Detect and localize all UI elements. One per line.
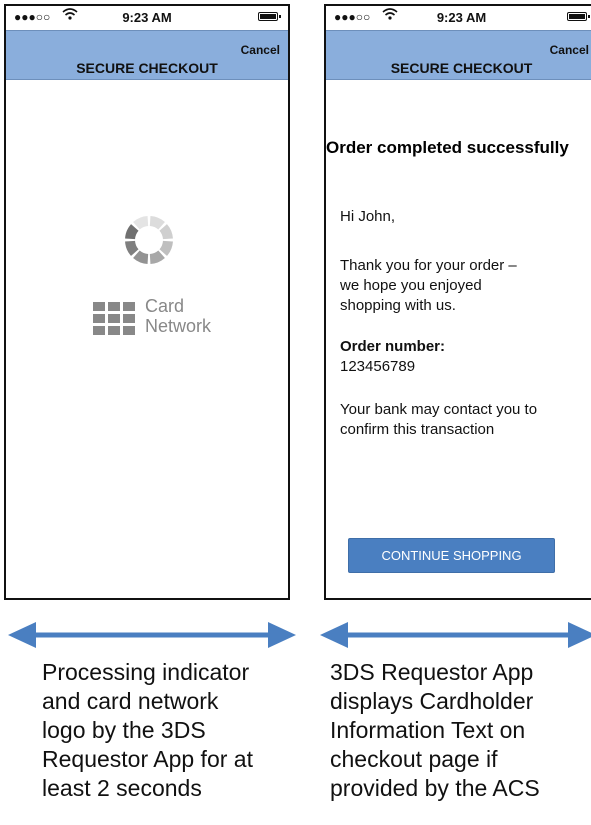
continue-shopping-button[interactable]: CONTINUE SHOPPING	[348, 538, 555, 573]
status-time: 9:23 AM	[122, 10, 172, 25]
cardholder-info-caption: 3DS Requestor App displays Cardholder In…	[330, 659, 540, 801]
cancel-button[interactable]: Cancel	[241, 43, 280, 57]
loading-spinner-icon	[125, 216, 173, 264]
spinner-segment	[159, 224, 173, 240]
status-time: 9:23 AM	[436, 10, 487, 25]
spinner-segment	[133, 216, 149, 230]
phone-processing-screen: ●●●○○ 9:23 AM Cancel SECURE CHECKOUT Car…	[4, 4, 290, 600]
double-arrow-icon	[320, 622, 591, 648]
spinner-segment	[125, 240, 139, 256]
battery-icon	[258, 12, 281, 21]
card-network-grid-icon	[93, 302, 135, 335]
spinner-segment	[133, 250, 149, 264]
checkout-header: Cancel SECURE CHECKOUT	[6, 30, 288, 80]
spinner-segment	[149, 250, 165, 264]
page-title: SECURE CHECKOUT	[390, 60, 533, 76]
battery-icon	[567, 12, 590, 21]
cardholder-information-text: Your bank may contact you to confirm thi…	[340, 401, 538, 438]
double-arrow-icon	[8, 622, 296, 648]
thank-you-message: Thank you for your order – we hope you e…	[340, 257, 517, 314]
order-number-label: Order number:	[340, 338, 446, 355]
phone-confirmation-screen: ●●●○○ 9:23 AM Cancel SECURE CHECKOUT Ord…	[324, 4, 591, 600]
spinner-segment	[159, 240, 173, 256]
spinner-segment	[125, 224, 139, 240]
processing-caption: Processing indicator and card network lo…	[42, 659, 253, 801]
spinner-segment	[149, 216, 165, 230]
card-network-logo-text: Card Network	[145, 296, 212, 336]
checkout-header: Cancel SECURE CHECKOUT	[326, 30, 591, 80]
cancel-button[interactable]: Cancel	[550, 43, 589, 57]
order-number-value: 123456789	[340, 358, 416, 375]
order-success-heading: Order completed successfully	[326, 138, 569, 157]
status-bar: ●●●○○ 9:23 AM	[326, 6, 591, 30]
status-bar: ●●●○○ 9:23 AM	[6, 6, 288, 30]
page-title: SECURE CHECKOUT	[76, 60, 218, 76]
greeting-text: Hi John,	[340, 208, 396, 225]
